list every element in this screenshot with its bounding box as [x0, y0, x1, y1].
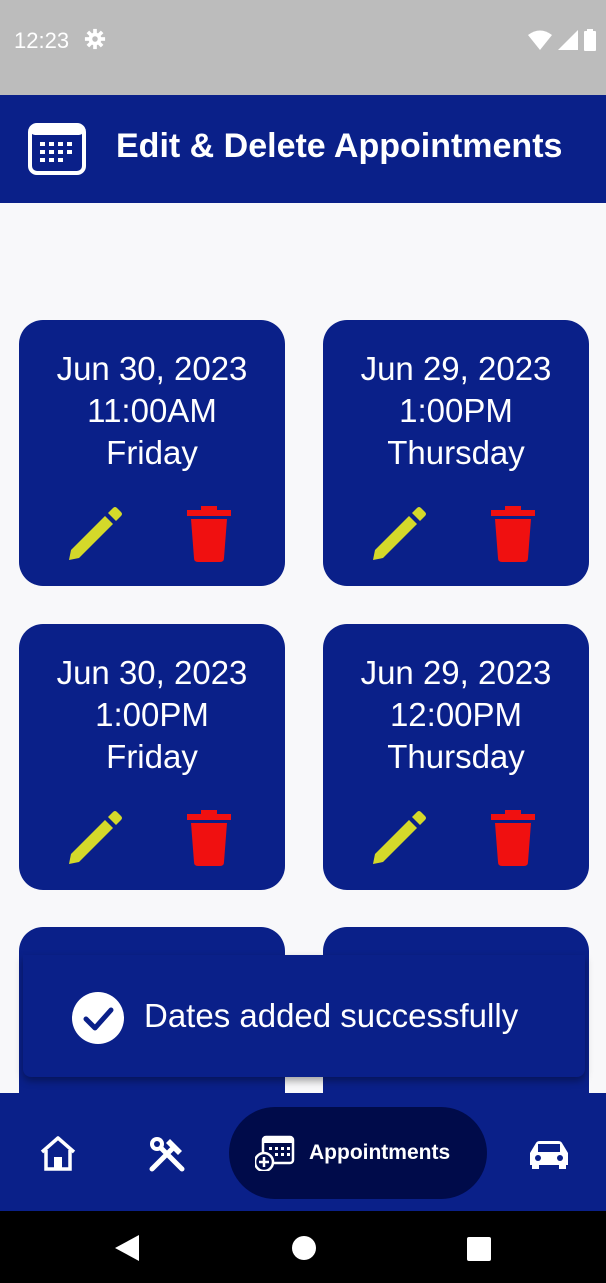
- appointment-card: Jun 30, 2023 11:00AM Friday: [19, 320, 285, 586]
- appointment-card: Jun 30, 2023 1:00PM Friday: [19, 624, 285, 890]
- car-icon[interactable]: [528, 1139, 570, 1169]
- appointment-day: Friday: [106, 738, 198, 775]
- page-title: Edit & Delete Appointments: [116, 127, 563, 165]
- appointment-time: 12:00PM: [389, 696, 523, 733]
- snackbar-message: Dates added successfully: [144, 997, 519, 1034]
- success-snackbar: Dates added successfully: [23, 955, 585, 1077]
- edit-pencil-icon[interactable]: [65, 808, 125, 868]
- delete-trash-icon[interactable]: [491, 506, 535, 562]
- appointment-details: Jun 29, 2023 1:00PM Thursday: [323, 348, 589, 474]
- appointment-date: Jun 29, 2023: [360, 350, 552, 387]
- appointment-date: Jun 30, 2023: [56, 350, 248, 387]
- recents-icon[interactable]: [467, 1237, 491, 1261]
- status-time: 12:23: [14, 28, 70, 53]
- appointment-day: Thursday: [387, 738, 525, 775]
- appointment-time: 11:00AM: [87, 392, 217, 429]
- edit-pencil-icon[interactable]: [65, 504, 125, 564]
- tools-icon[interactable]: [148, 1135, 186, 1173]
- home-system-icon[interactable]: [292, 1236, 316, 1260]
- signal-icon: [558, 30, 578, 50]
- appointment-day: Friday: [106, 434, 198, 471]
- delete-trash-icon[interactable]: [187, 810, 231, 866]
- back-icon[interactable]: [115, 1235, 139, 1261]
- appointment-card: Jun 29, 2023 12:00PM Thursday: [323, 624, 589, 890]
- system-navigation-bar: [0, 1211, 606, 1283]
- delete-trash-icon[interactable]: [187, 506, 231, 562]
- appointment-details: Jun 29, 2023 12:00PM Thursday: [323, 652, 589, 778]
- wifi-icon: [528, 30, 552, 50]
- edit-pencil-icon[interactable]: [369, 504, 429, 564]
- add-calendar-icon: [255, 1135, 295, 1171]
- status-icons: [528, 28, 596, 52]
- appointment-time: 1:00PM: [399, 392, 513, 429]
- appointment-card: Jun 29, 2023 1:00PM Thursday: [323, 320, 589, 586]
- appointment-day: Thursday: [387, 434, 525, 471]
- battery-icon: [584, 29, 596, 51]
- appointment-date: Jun 29, 2023: [360, 654, 552, 691]
- calendar-icon: [28, 123, 86, 175]
- appointment-details: Jun 30, 2023 11:00AM Friday: [19, 348, 285, 474]
- nav-item-appointments[interactable]: Appointments: [229, 1107, 487, 1199]
- bottom-navigation: Appointments: [0, 1093, 606, 1211]
- edit-pencil-icon[interactable]: [369, 808, 429, 868]
- delete-trash-icon[interactable]: [491, 810, 535, 866]
- settings-icon: [84, 28, 106, 50]
- status-bar: 12:23: [0, 0, 606, 95]
- home-icon[interactable]: [38, 1135, 78, 1171]
- app-bar: Edit & Delete Appointments: [0, 95, 606, 203]
- nav-item-label: Appointments: [309, 1141, 451, 1164]
- appointment-details: Jun 30, 2023 1:00PM Friday: [19, 652, 285, 778]
- appointment-date: Jun 30, 2023: [56, 654, 248, 691]
- appointment-time: 1:00PM: [95, 696, 209, 733]
- check-circle-icon: [72, 992, 124, 1044]
